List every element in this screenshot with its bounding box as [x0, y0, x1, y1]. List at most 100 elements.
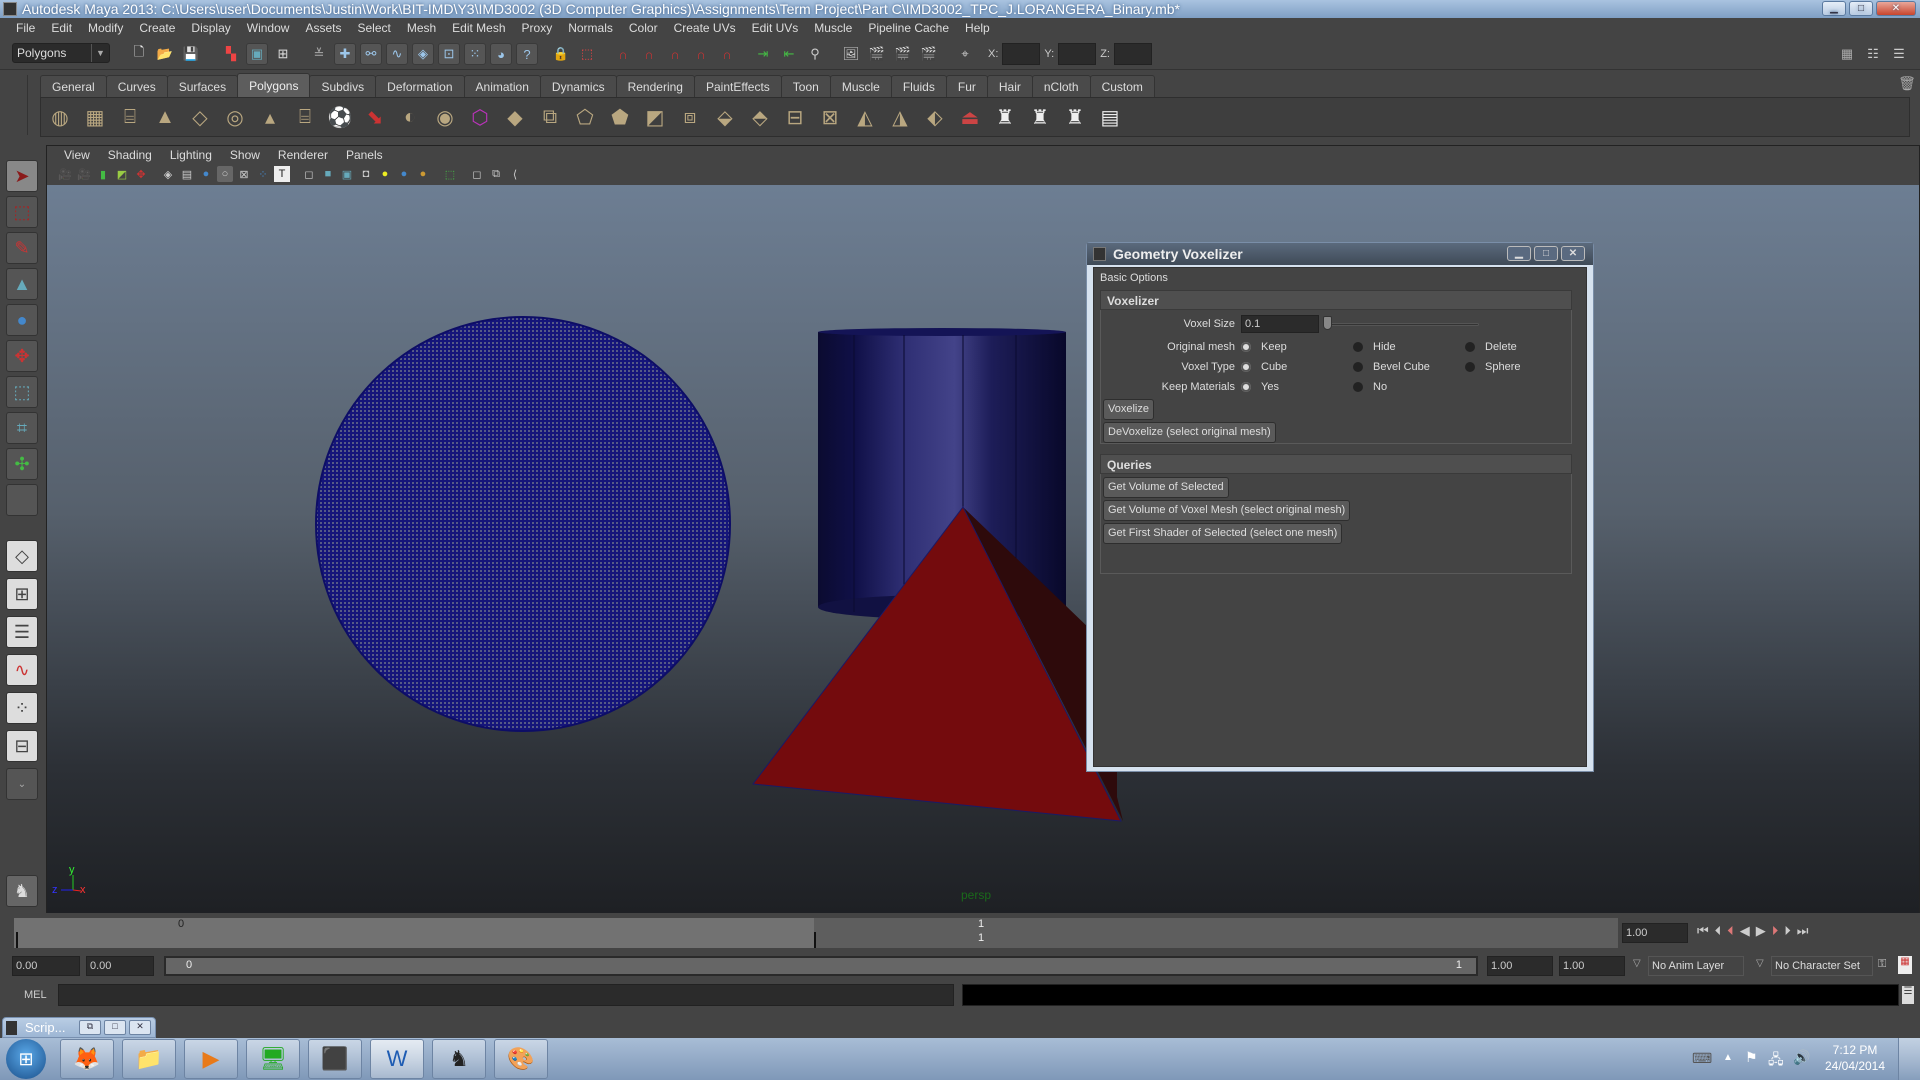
safe-action-icon[interactable]: ⁘: [255, 166, 271, 182]
outliner-persp-layout-icon[interactable]: ☰: [6, 616, 38, 648]
menu-create-uvs[interactable]: Create UVs: [666, 21, 744, 35]
taskbar-firefox-icon[interactable]: 🦊: [60, 1039, 114, 1079]
poly-plane-icon[interactable]: ◇: [185, 102, 215, 132]
menu-window[interactable]: Window: [239, 21, 298, 35]
menu-edit-uvs[interactable]: Edit UVs: [744, 21, 807, 35]
select-by-hierarchy-icon[interactable]: ▚: [220, 43, 242, 65]
shelf-tab-subdivs[interactable]: Subdivs: [309, 75, 377, 97]
script-editor-icon[interactable]: ☰: [1902, 986, 1914, 1004]
render-settings-icon[interactable]: 🎬: [918, 43, 940, 65]
viewport-menu-view[interactable]: View: [55, 148, 99, 162]
show-desktop-button[interactable]: [1898, 1038, 1920, 1080]
system-clock[interactable]: 7:12 PM 24/04/2014: [1820, 1042, 1890, 1074]
menu-normals[interactable]: Normals: [560, 21, 621, 35]
poly-pyramid-icon[interactable]: ▴: [255, 102, 285, 132]
shelf-tab-animation[interactable]: Animation: [463, 75, 541, 97]
lock-icon[interactable]: 🔒: [550, 43, 572, 65]
save-scene-icon[interactable]: 💾: [180, 43, 202, 65]
slider-handle[interactable]: [1323, 316, 1332, 330]
script-editor-minimized[interactable]: Scrip... ⧉ □ ✕: [2, 1017, 156, 1038]
trash-icon[interactable]: 🗑: [1898, 75, 1916, 95]
shelf-tab-toon[interactable]: Toon: [780, 75, 831, 97]
open-scene-icon[interactable]: 📂: [154, 43, 176, 65]
uv-editor-icon[interactable]: ▤: [1095, 102, 1125, 132]
input-ops-icon[interactable]: ⇥: [752, 43, 774, 65]
sculpt-icon[interactable]: ⬖: [920, 102, 950, 132]
more-layouts-icon[interactable]: ⌄: [6, 768, 38, 800]
volume-icon[interactable]: 🔊: [1793, 1049, 1810, 1066]
step-forward-key-icon[interactable]: ⏵: [1772, 923, 1779, 939]
menu-color[interactable]: Color: [621, 21, 666, 35]
resolution-gate-icon[interactable]: ●: [198, 166, 214, 182]
menu-edit[interactable]: Edit: [43, 21, 80, 35]
xray-joints-icon[interactable]: ⧉: [488, 166, 504, 182]
ipr-render-icon[interactable]: 🎬: [892, 43, 914, 65]
radio-hide[interactable]: Hide: [1353, 341, 1465, 353]
radio-delete[interactable]: Delete: [1465, 341, 1577, 353]
menu-muscle[interactable]: Muscle: [806, 21, 860, 35]
range-slider-bar[interactable]: 0 1: [164, 956, 1478, 976]
cylindrical-mapping-icon[interactable]: ♜: [990, 102, 1020, 132]
construction-history-icon[interactable]: ⚲: [804, 43, 826, 65]
extract-icon[interactable]: ⬡: [465, 102, 495, 132]
high-quality-icon[interactable]: ●: [415, 166, 431, 182]
bevel-icon[interactable]: ⬙: [710, 102, 740, 132]
shelf-tab-fur[interactable]: Fur: [945, 75, 988, 97]
poly-pipe-icon[interactable]: ⌸: [290, 102, 320, 132]
menu-mesh[interactable]: Mesh: [399, 21, 444, 35]
combine-icon[interactable]: ◐: [395, 102, 425, 132]
menu-display[interactable]: Display: [183, 21, 238, 35]
render-view-icon[interactable]: 🖼: [840, 43, 862, 65]
menu-edit-mesh[interactable]: Edit Mesh: [444, 21, 513, 35]
textured-icon[interactable]: ◘: [358, 166, 374, 182]
auto-key-icon[interactable]: ⚿: [1878, 958, 1886, 971]
get-volume-selected-button[interactable]: Get Volume of Selected: [1103, 477, 1229, 498]
snap-view-plane-icon[interactable]: ◈: [412, 43, 434, 65]
last-tool-slot[interactable]: [6, 484, 38, 516]
play-forwards-icon[interactable]: ▶: [1756, 923, 1766, 939]
spherical-mapping-icon[interactable]: ♜: [1025, 102, 1055, 132]
output-ops-icon[interactable]: ⇤: [778, 43, 800, 65]
end-time-field[interactable]: 1.00: [1559, 956, 1625, 976]
history-4-icon[interactable]: ∩: [690, 43, 712, 65]
use-all-lights-icon[interactable]: ●: [377, 166, 393, 182]
time-slider-track-right[interactable]: 1 1: [814, 918, 1618, 948]
help-query-icon[interactable]: ?: [516, 43, 538, 65]
taskbar-word-icon[interactable]: W: [370, 1039, 424, 1079]
anim-layer-dropdown[interactable]: No Anim Layer: [1648, 956, 1744, 976]
chevron-down-icon[interactable]: ▽: [1756, 958, 1764, 969]
radio-yes[interactable]: Yes: [1241, 381, 1353, 393]
dialog-maximize-button[interactable]: □: [1534, 246, 1558, 261]
bookmarks-icon[interactable]: ▮: [95, 166, 111, 182]
taskbar-media-player-icon[interactable]: ▶: [184, 1039, 238, 1079]
playback-start-field[interactable]: 0.00: [86, 956, 154, 976]
scale-tool-icon[interactable]: ✥: [6, 340, 38, 372]
rotate-tool-icon[interactable]: ●: [6, 304, 38, 336]
poly-cube-icon[interactable]: ▦: [80, 102, 110, 132]
wireframe-icon[interactable]: ◻: [301, 166, 317, 182]
time-slider-track[interactable]: 0: [14, 918, 814, 948]
queries-frame-header[interactable]: Queries: [1100, 454, 1572, 474]
taskbar-maya-icon[interactable]: ♞: [432, 1039, 486, 1079]
start-time-field[interactable]: 0.00: [12, 956, 80, 976]
bridge-icon[interactable]: ⧈: [675, 102, 705, 132]
viewport-menu-panels[interactable]: Panels: [337, 148, 392, 162]
field-chart-icon[interactable]: ⊠: [236, 166, 252, 182]
wireframe-on-shaded-icon[interactable]: ▣: [339, 166, 355, 182]
wedge-icon[interactable]: ◮: [885, 102, 915, 132]
mirror-icon[interactable]: ⧉: [535, 102, 565, 132]
smooth-shade-icon[interactable]: ■: [320, 166, 336, 182]
shelf-tab-dynamics[interactable]: Dynamics: [539, 75, 617, 97]
taskbar-paint-icon[interactable]: 🎨: [494, 1039, 548, 1079]
menu-select[interactable]: Select: [349, 21, 398, 35]
step-forward-frame-icon[interactable]: ⏵: [1784, 923, 1791, 939]
close-button[interactable]: ✕: [129, 1020, 151, 1035]
chevron-down-icon[interactable]: ▽: [1633, 958, 1641, 969]
playback-end-field[interactable]: 1.00: [1487, 956, 1553, 976]
snap-grid-icon[interactable]: ✚: [334, 43, 356, 65]
taskbar-resource-monitor-icon[interactable]: 🖥: [246, 1039, 300, 1079]
step-back-key-icon[interactable]: ⏴: [1727, 923, 1734, 939]
two-d-pan-zoom-icon[interactable]: ✥: [133, 166, 149, 182]
menu-pipeline-cache[interactable]: Pipeline Cache: [860, 21, 957, 35]
maximize-button[interactable]: □: [104, 1020, 126, 1035]
